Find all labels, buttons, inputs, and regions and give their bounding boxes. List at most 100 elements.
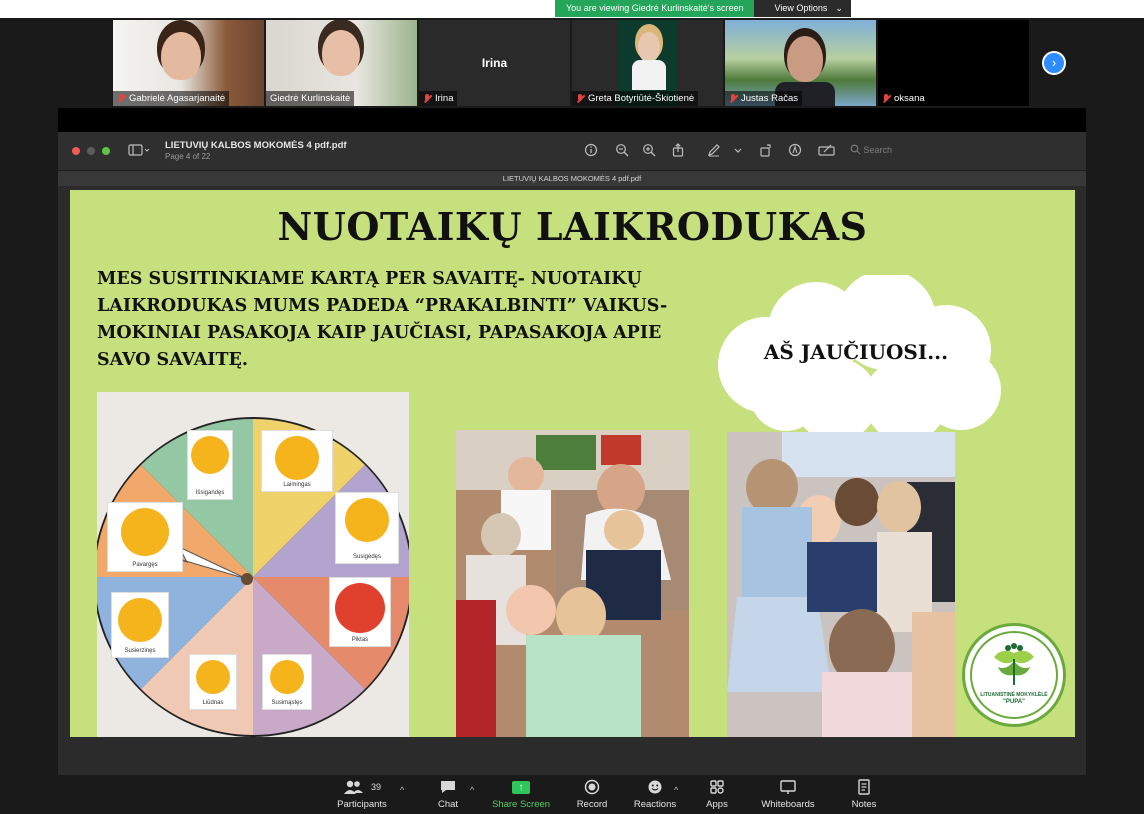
participant-tile[interactable]: Gabrielė Agasarjanaitė	[113, 20, 264, 106]
emotion-wheel-photo: Išsigandęs Laimingas Susigėdęs Piktas Su…	[97, 392, 409, 737]
markup-pen-icon[interactable]	[707, 143, 721, 157]
document-title: LIETUVIŲ KALBOS MOKOMĖS 4 pdf.pdf	[165, 140, 347, 151]
participant-name: Irina	[435, 93, 454, 104]
shared-pdf-window: LIETUVIŲ KALBOS MOKOMĖS 4 pdf.pdf Page 4…	[58, 132, 1086, 775]
search-icon	[850, 144, 864, 155]
reactions-label: Reactions	[633, 799, 677, 810]
share-icon[interactable]	[671, 143, 685, 157]
logo-line-1: LITUANISTINĖ MOKYKLĖLĖ	[980, 692, 1048, 698]
emotion-card-scared: Išsigandęs	[187, 430, 233, 500]
notes-icon	[829, 779, 899, 795]
whiteboards-button[interactable]: Whiteboards	[753, 779, 823, 810]
zoom-window-button[interactable]	[102, 147, 110, 155]
sad-emoji-icon	[196, 660, 230, 694]
participant-name-tag: oksana	[878, 91, 929, 106]
next-participants-button[interactable]: ›	[1042, 51, 1066, 75]
school-logo: LITUANISTINĖ MOKYKLĖLĖ "PUPA"	[962, 623, 1066, 727]
participant-face	[787, 36, 823, 82]
page-indicator: Page 4 of 22	[165, 152, 211, 161]
participants-count: 39	[370, 782, 381, 792]
participant-name: Gabrielė Agasarjanaitė	[129, 93, 226, 104]
cloud-text: AŠ JAUČIUOSI...	[763, 340, 949, 364]
viewing-screen-text: You are viewing Giedrė Kurlinskaitė's sc…	[555, 0, 755, 17]
whiteboards-label: Whiteboards	[761, 799, 815, 810]
pdf-page: NUOTAIKŲ LAIKRODUKAS MES SUSITINKIAME KA…	[70, 190, 1075, 737]
participants-button[interactable]: 39 Participants	[327, 779, 397, 810]
emotion-label: Išsigandęs	[195, 490, 225, 496]
rotate-icon[interactable]	[759, 143, 773, 157]
children-hugging-photo	[727, 432, 955, 737]
record-label: Record	[576, 799, 608, 810]
form-fill-icon[interactable]	[818, 143, 836, 157]
participant-tile[interactable]: Irina Irina	[419, 20, 570, 106]
emotion-label: Laimingas	[283, 482, 311, 488]
participant-shirt	[632, 60, 666, 90]
apps-button[interactable]: Apps	[682, 779, 752, 810]
participant-tile[interactable]: Justas Račas	[725, 20, 876, 106]
search-placeholder: Search	[863, 145, 893, 155]
mic-muted-icon	[729, 93, 738, 104]
reactions-menu-caret[interactable]: ^	[674, 785, 678, 795]
sidebar-toggle-icon[interactable]	[128, 143, 150, 157]
emotion-label: Piktas	[351, 637, 369, 643]
participant-tile[interactable]: oksana	[878, 20, 1029, 106]
zoom-out-icon[interactable]	[615, 143, 629, 157]
chevron-right-icon: ›	[1051, 55, 1057, 70]
chevron-down-icon: ⌄	[835, 3, 843, 13]
children-reading-image	[456, 430, 689, 737]
mic-muted-icon	[423, 93, 432, 104]
participant-face	[638, 32, 660, 62]
participant-name-tag: Greta Botyriūtė-Škiotienė	[572, 91, 699, 106]
emotion-label: Susigėdęs	[352, 554, 382, 560]
zoom-in-icon[interactable]	[642, 143, 656, 157]
share-screen-icon: ↑	[512, 781, 530, 794]
participant-tile[interactable]: Greta Botyriūtė-Škiotienė	[572, 20, 723, 106]
participants-label: Participants	[337, 799, 387, 810]
search-field[interactable]: Search	[850, 144, 892, 155]
participant-name: oksana	[894, 93, 925, 104]
participant-name: Justas Račas	[741, 93, 799, 104]
participant-name: Greta Botyriūtė-Škiotienė	[588, 93, 695, 104]
children-reading-photo	[456, 430, 689, 737]
notes-button[interactable]: Notes	[829, 779, 899, 810]
share-screen-button[interactable]: ↑ Share Screen	[486, 779, 556, 810]
chat-menu-caret[interactable]: ^	[470, 785, 474, 795]
participant-strip: Gabrielė Agasarjanaitė Giedrė Kurlinskai…	[0, 18, 1144, 108]
angry-emoji-icon	[335, 583, 385, 633]
emotion-label: Susimąstęs	[271, 700, 303, 706]
minimize-window-button[interactable]	[87, 147, 95, 155]
participant-name-tag: Irina	[419, 91, 458, 106]
sprout-icon	[994, 643, 1034, 685]
reactions-button[interactable]: Reactions	[620, 779, 690, 810]
close-window-button[interactable]	[72, 147, 80, 155]
view-options-button[interactable]: View Options ⌄	[754, 0, 851, 17]
share-screen-label: Share Screen	[491, 799, 551, 810]
chat-label: Chat	[437, 799, 459, 810]
shared-screen-border	[58, 108, 1086, 132]
participant-name: Giedrė Kurlinskaitė	[270, 93, 351, 104]
document-tab[interactable]: LIETUVIŲ KALBOS MOKOMĖS 4 pdf.pdf	[58, 174, 1086, 183]
emotion-label: Pavargęs	[132, 562, 158, 568]
participant-face	[161, 32, 201, 80]
smiley-icon	[620, 779, 690, 795]
top-bar: You are viewing Giedrė Kurlinskaitė's sc…	[0, 0, 1144, 18]
embarrassed-emoji-icon	[345, 498, 389, 542]
emotion-card-irritated: Susierzinęs	[111, 592, 169, 658]
emotion-card-tired: Pavargęs	[107, 502, 183, 572]
mic-muted-icon	[882, 93, 891, 104]
participant-tile-active-speaker[interactable]: Giedrė Kurlinskaitė	[266, 20, 417, 106]
participants-menu-caret[interactable]: ^	[400, 785, 404, 795]
irritated-emoji-icon	[118, 598, 162, 642]
participants-icon: 39	[327, 779, 397, 795]
thinking-emoji-icon	[270, 660, 304, 694]
view-options-label: View Options	[774, 3, 828, 13]
logo-text: LITUANISTINĖ MOKYKLĖLĖ "PUPA"	[965, 692, 1063, 706]
scared-emoji-icon	[191, 436, 229, 474]
participant-name-tag: Gabrielė Agasarjanaitė	[113, 91, 230, 106]
info-icon[interactable]	[584, 143, 598, 157]
record-button[interactable]: Record	[557, 779, 627, 810]
annotate-icon[interactable]	[788, 143, 802, 157]
chevron-down-icon[interactable]	[733, 143, 743, 157]
emotion-card-thinking: Susimąstęs	[262, 654, 312, 710]
children-hugging-image	[727, 432, 955, 737]
